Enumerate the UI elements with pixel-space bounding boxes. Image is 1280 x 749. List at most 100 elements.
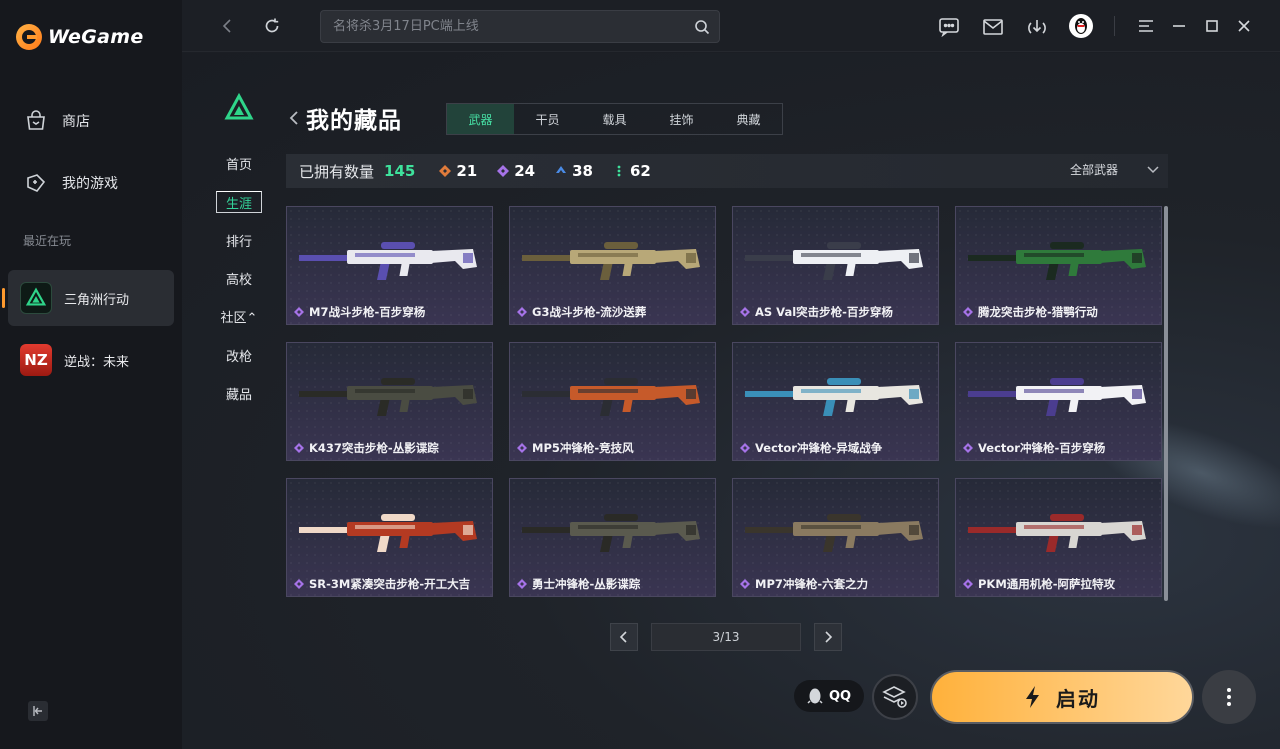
weapon-card[interactable]: MP5冲锋枪-竞技风 bbox=[509, 342, 716, 461]
game-nav-home[interactable]: 首页 bbox=[214, 152, 264, 174]
weapon-name: PKM通用机枪-阿萨拉特攻 bbox=[978, 577, 1116, 591]
weapon-card[interactable]: PKM通用机枪-阿萨拉特攻 bbox=[955, 478, 1162, 597]
back-arrow-icon[interactable] bbox=[286, 109, 304, 127]
weapon-card[interactable]: AS Val突击步枪-百步穿杨 bbox=[732, 206, 939, 325]
weapon-card[interactable]: M7战斗步枪-百步穿杨 bbox=[286, 206, 493, 325]
weapon-name: MP7冲锋枪-六套之力 bbox=[755, 577, 869, 591]
game-nav-college[interactable]: 高校 bbox=[214, 267, 264, 289]
category-tabs: 武器 干员 载具 挂饰 典藏 bbox=[446, 103, 783, 135]
download-button[interactable] bbox=[1023, 13, 1051, 41]
weapon-card[interactable]: Vector冲锋枪-百步穿杨 bbox=[955, 342, 1162, 461]
tab-vehicles[interactable]: 载具 bbox=[581, 104, 648, 134]
weapon-image-icon bbox=[522, 242, 700, 280]
layers-button[interactable] bbox=[872, 674, 918, 720]
wegame-logo-icon bbox=[16, 24, 42, 50]
topbar-divider bbox=[1114, 16, 1115, 36]
nizhan-icon: NZ bbox=[20, 344, 52, 376]
game-label: 逆战：未来 bbox=[64, 354, 130, 370]
game-nav-gunsmith[interactable]: 改枪 bbox=[214, 344, 264, 366]
mail-icon bbox=[983, 19, 1003, 35]
recent-label: 最近在玩 bbox=[23, 234, 72, 248]
weapon-name: Vector冲锋枪-百步穿杨 bbox=[978, 441, 1106, 455]
message-button[interactable] bbox=[935, 13, 963, 41]
weapon-image-icon bbox=[968, 514, 1146, 552]
weapon-image-icon bbox=[299, 242, 477, 280]
weapon-image-icon bbox=[299, 514, 477, 552]
minimize-icon bbox=[1173, 25, 1185, 27]
weapon-name: AS Val突击步枪-百步穿杨 bbox=[755, 305, 893, 319]
qq-penguin-avatar-icon bbox=[1069, 14, 1093, 38]
prev-page-button[interactable] bbox=[610, 623, 638, 651]
shopping-bag-icon bbox=[27, 110, 45, 130]
mail-button[interactable] bbox=[979, 13, 1007, 41]
chevron-down-icon bbox=[1147, 165, 1159, 173]
weapon-name: K437突击步枪-丛影谍踪 bbox=[309, 441, 439, 455]
more-options-button[interactable] bbox=[1202, 670, 1256, 724]
collapse-sidebar-button[interactable] bbox=[28, 701, 48, 721]
tab-weapons[interactable]: 武器 bbox=[447, 104, 514, 134]
back-button[interactable] bbox=[214, 12, 242, 40]
purple-diamond-icon bbox=[517, 579, 527, 589]
menu-button[interactable] bbox=[1132, 12, 1160, 40]
weapon-name: M7战斗步枪-百步穿杨 bbox=[309, 305, 426, 319]
grid-scrollbar[interactable] bbox=[1164, 206, 1168, 601]
weapon-image-icon bbox=[299, 378, 477, 416]
purple-diamond-icon bbox=[294, 307, 304, 317]
purple-diamond-icon bbox=[517, 307, 527, 317]
chevron-right-icon bbox=[825, 631, 833, 643]
wegame-logo[interactable]: WeGame bbox=[16, 24, 144, 50]
weapon-name-label: AS Val突击步枪-百步穿杨 bbox=[740, 304, 893, 320]
orange-diamond-icon bbox=[439, 165, 452, 177]
recent-game-delta-force[interactable]: 三角洲行动 bbox=[2, 270, 174, 326]
refresh-button[interactable] bbox=[258, 12, 286, 40]
close-button[interactable] bbox=[1230, 12, 1258, 40]
user-avatar-button[interactable] bbox=[1067, 12, 1095, 40]
lightning-icon bbox=[1026, 686, 1039, 708]
search-icon[interactable] bbox=[693, 18, 711, 36]
qq-account-button[interactable]: QQ bbox=[794, 680, 864, 712]
weapon-name: 腾龙突击步枪-猎鹗行动 bbox=[978, 305, 1098, 319]
close-icon bbox=[1238, 20, 1250, 32]
weapon-name: MP5冲锋枪-竞技风 bbox=[532, 441, 634, 455]
weapon-card[interactable]: SR-3M紧凑突击步枪-开工大吉 bbox=[286, 478, 493, 597]
game-nav-career[interactable]: 生涯 bbox=[216, 191, 262, 213]
sidebar-item-store[interactable]: 商店 bbox=[0, 101, 182, 141]
launch-button[interactable]: 启动 bbox=[930, 670, 1194, 724]
sidebar-item-label: 我的游戏 bbox=[62, 176, 118, 192]
filter-label: 全部武器 bbox=[1069, 163, 1118, 177]
weapon-name: SR-3M紧凑突击步枪-开工大吉 bbox=[309, 577, 471, 591]
weapon-card[interactable]: 腾龙突击步枪-猎鹗行动 bbox=[955, 206, 1162, 325]
recent-game-nizhan[interactable]: NZ 逆战：未来 bbox=[8, 332, 174, 388]
rarity-count-blue: 38 bbox=[555, 162, 593, 180]
maximize-button[interactable] bbox=[1198, 12, 1226, 40]
game-nav-collection[interactable]: 藏品 bbox=[214, 382, 264, 404]
weapon-card[interactable]: K437突击步枪-丛影谍踪 bbox=[286, 342, 493, 461]
main-content: 首页 生涯 排行 高校 社区⌃ 改枪 藏品 我的藏品 武器 干员 载具 挂饰 典… bbox=[182, 53, 1280, 749]
purple-diamond-icon bbox=[740, 443, 750, 453]
weapon-card[interactable]: Vector冲锋枪-异域战争 bbox=[732, 342, 939, 461]
page-header: 我的藏品 bbox=[286, 101, 402, 135]
purple-diamond-icon bbox=[963, 579, 973, 589]
purple-diamond-icon bbox=[963, 443, 973, 453]
tab-operators[interactable]: 干员 bbox=[514, 104, 581, 134]
game-nav-ranking[interactable]: 排行 bbox=[214, 229, 264, 251]
weapon-name-label: 勇士冲锋枪-丛影谍踪 bbox=[517, 576, 640, 592]
weapon-name-label: K437突击步枪-丛影谍踪 bbox=[294, 440, 439, 456]
tab-archive[interactable]: 典藏 bbox=[715, 104, 782, 134]
owned-stats-bar: 已拥有数量 145 21 24 38 62 全部武器 bbox=[286, 154, 1168, 188]
next-page-button[interactable] bbox=[814, 623, 842, 651]
search-input[interactable] bbox=[321, 19, 681, 34]
sidebar-item-my-games[interactable]: 我的游戏 bbox=[0, 163, 182, 203]
weapon-name: G3战斗步枪-流沙送葬 bbox=[532, 305, 647, 319]
minimize-button[interactable] bbox=[1165, 12, 1193, 40]
weapon-card[interactable]: G3战斗步枪-流沙送葬 bbox=[509, 206, 716, 325]
rarity-count-purple: 24 bbox=[497, 162, 535, 180]
weapon-card[interactable]: MP7冲锋枪-六套之力 bbox=[732, 478, 939, 597]
menu-icon bbox=[1139, 20, 1153, 32]
weapon-filter-dropdown[interactable]: 全部武器 bbox=[1070, 161, 1160, 178]
tab-charms[interactable]: 挂饰 bbox=[648, 104, 715, 134]
gamepad-icon bbox=[27, 174, 46, 192]
weapon-card[interactable]: 勇士冲锋枪-丛影谍踪 bbox=[509, 478, 716, 597]
weapon-image-icon bbox=[745, 242, 923, 280]
game-nav-community[interactable]: 社区⌃ bbox=[214, 305, 264, 327]
